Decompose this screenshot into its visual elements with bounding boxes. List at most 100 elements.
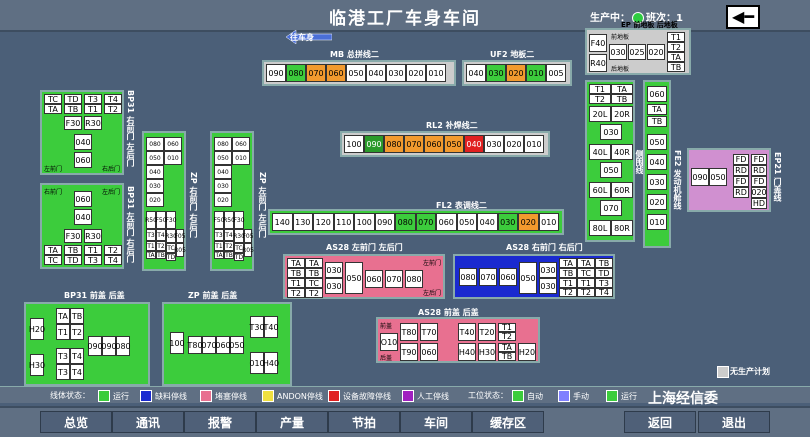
- zp-left-doors[interactable]: 080 060 050 040 030 020 010 F50 R50 F30 R30 T3 T4 T1 T…: [210, 131, 254, 271]
- left-arrow-icon[interactable]: ◀━: [726, 5, 760, 29]
- station[interactable]: 030: [325, 278, 343, 294]
- station[interactable]: T90: [400, 343, 418, 361]
- station[interactable]: T3: [214, 229, 224, 241]
- station[interactable]: T40: [458, 323, 476, 341]
- station[interactable]: 040: [477, 213, 498, 231]
- station[interactable]: 060: [232, 137, 250, 151]
- station[interactable]: T1: [667, 32, 685, 42]
- station[interactable]: F05: [242, 229, 254, 243]
- as28-hoods[interactable]: 前盖 后盖 T80 T70 O10 T90 060 T40 T20 T1 T2 …: [376, 317, 540, 363]
- station[interactable]: TB: [64, 245, 82, 255]
- mb-line[interactable]: 090 080 070 060 050 040 030 020 010: [262, 60, 456, 86]
- station[interactable]: T4: [104, 255, 122, 265]
- station[interactable]: T2: [667, 42, 685, 52]
- station[interactable]: 030: [600, 124, 622, 140]
- station[interactable]: 060: [436, 213, 457, 231]
- station[interactable]: TA: [214, 251, 224, 259]
- station[interactable]: 060: [647, 86, 667, 102]
- station[interactable]: 20R: [611, 106, 633, 122]
- station[interactable]: T4: [104, 94, 122, 104]
- station[interactable]: R30: [84, 229, 102, 243]
- station[interactable]: H30: [29, 354, 45, 376]
- station[interactable]: T2: [104, 104, 122, 114]
- ep21-line[interactable]: 090 050 FD FD RD RD FD FD RD 020 HD: [687, 148, 771, 212]
- station[interactable]: H20: [29, 318, 45, 340]
- station[interactable]: T4: [70, 348, 84, 364]
- station[interactable]: 140: [272, 213, 293, 231]
- nav-button[interactable]: 缓存区: [472, 411, 544, 433]
- nav-button[interactable]: 车间: [400, 411, 472, 433]
- station[interactable]: 40L: [589, 144, 611, 160]
- station[interactable]: 090: [101, 336, 117, 356]
- station[interactable]: T2: [577, 288, 595, 297]
- station[interactable]: T2: [70, 324, 84, 340]
- station[interactable]: T1: [84, 245, 102, 255]
- station[interactable]: 090: [691, 168, 709, 186]
- station[interactable]: F05: [174, 229, 186, 243]
- station[interactable]: 050: [345, 262, 363, 294]
- station[interactable]: 030: [325, 262, 343, 278]
- station[interactable]: TA: [667, 52, 685, 62]
- station[interactable]: T2: [498, 332, 516, 341]
- ep-line[interactable]: EP 前地板 后地板 F40 R40 前地板 后地板 030 025 020 T…: [585, 21, 691, 75]
- station[interactable]: 120: [313, 213, 334, 231]
- station[interactable]: T40: [263, 316, 279, 338]
- station[interactable]: TB: [647, 116, 667, 127]
- station[interactable]: 050: [456, 213, 477, 231]
- station[interactable]: T70: [420, 323, 438, 341]
- station[interactable]: TB: [667, 62, 685, 72]
- station[interactable]: 080: [146, 137, 164, 151]
- station[interactable]: HD: [751, 198, 767, 209]
- station[interactable]: 030: [539, 278, 557, 294]
- nav-button[interactable]: 通讯: [112, 411, 184, 433]
- station[interactable]: 050: [647, 134, 667, 150]
- station[interactable]: 20L: [589, 106, 611, 122]
- station[interactable]: T4: [70, 364, 84, 380]
- station[interactable]: T2: [559, 288, 577, 297]
- station[interactable]: T30: [249, 316, 265, 338]
- station[interactable]: 080: [405, 270, 423, 288]
- station[interactable]: 050: [600, 162, 622, 178]
- station[interactable]: TB: [305, 268, 323, 278]
- station[interactable]: F30: [64, 229, 82, 243]
- station[interactable]: 050: [346, 64, 366, 82]
- station[interactable]: 030: [486, 64, 506, 82]
- station[interactable]: TB: [156, 251, 166, 259]
- station[interactable]: 010: [249, 352, 265, 374]
- station[interactable]: TB: [70, 308, 84, 324]
- station[interactable]: 050: [709, 168, 727, 186]
- station[interactable]: 010: [538, 213, 559, 231]
- station[interactable]: T2: [104, 245, 122, 255]
- station[interactable]: R40: [589, 54, 607, 72]
- station[interactable]: FD: [733, 176, 749, 187]
- station[interactable]: T2: [589, 94, 611, 104]
- station[interactable]: H30: [478, 343, 496, 361]
- station[interactable]: 030: [484, 135, 504, 153]
- station[interactable]: T1: [577, 278, 595, 288]
- station[interactable]: TB: [224, 251, 234, 259]
- station[interactable]: RD: [733, 187, 749, 198]
- station[interactable]: T3: [595, 278, 613, 288]
- station[interactable]: 030: [146, 179, 164, 193]
- station[interactable]: F40: [589, 34, 607, 52]
- station[interactable]: R30: [84, 116, 102, 130]
- station[interactable]: 020: [406, 64, 426, 82]
- station[interactable]: 050: [229, 336, 245, 354]
- station[interactable]: 030: [386, 64, 406, 82]
- station[interactable]: 40R: [611, 144, 633, 160]
- station[interactable]: 040: [214, 165, 232, 179]
- station[interactable]: TB: [559, 268, 577, 278]
- station[interactable]: 070: [479, 268, 497, 286]
- station[interactable]: 080: [214, 137, 232, 151]
- station[interactable]: FD: [751, 176, 767, 187]
- station[interactable]: 60R: [611, 182, 633, 198]
- station[interactable]: H20: [518, 343, 536, 361]
- station[interactable]: T1: [84, 104, 102, 114]
- as28-left-doors[interactable]: TA TA TB TB T1 TC T2 T2 030 030 050 060 …: [283, 254, 445, 299]
- station[interactable]: TB: [498, 352, 516, 361]
- station[interactable]: 070: [306, 64, 326, 82]
- station[interactable]: T4: [156, 229, 166, 241]
- station[interactable]: TC: [305, 278, 323, 288]
- station[interactable]: 080: [459, 268, 477, 286]
- station[interactable]: 050: [444, 135, 464, 153]
